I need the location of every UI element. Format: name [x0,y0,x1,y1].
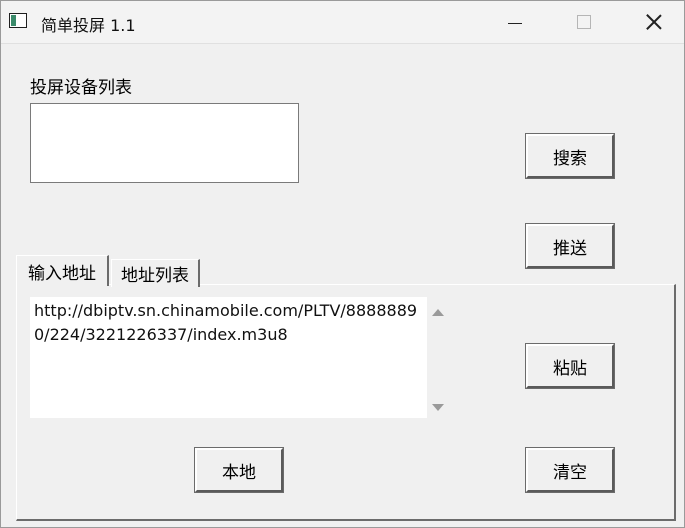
close-icon [645,13,663,31]
tab-input-address[interactable]: 输入地址 [16,255,109,286]
maximize-button[interactable] [554,1,614,43]
search-button[interactable]: 搜索 [525,133,615,179]
scroll-up-button[interactable] [431,307,445,317]
scroll-down-arrow-icon [432,403,444,411]
local-button[interactable]: 本地 [194,447,284,493]
push-button[interactable]: 推送 [525,223,615,269]
paste-button[interactable]: 粘贴 [525,343,615,389]
device-listbox[interactable] [30,103,299,183]
maximize-icon [577,15,591,29]
window-title: 简单投屏 1.1 [41,16,136,35]
title-bar[interactable]: 简单投屏 1.1 [1,1,684,44]
clear-button[interactable]: 清空 [525,447,615,493]
minimize-icon [508,22,522,24]
tab-address-list[interactable]: 地址列表 [111,259,200,287]
url-textarea[interactable]: http://dbiptv.sn.chinamobile.com/PLTV/88… [30,297,427,418]
minimize-button[interactable] [485,1,545,43]
device-list-label: 投屏设备列表 [30,78,132,98]
scroll-up-arrow-icon [432,308,444,316]
main-window: 简单投屏 1.1 投屏设备列表 搜索 推送 地址列表 输入地址 http://d… [0,0,685,528]
app-window-icon[interactable] [9,13,27,28]
close-button[interactable] [624,1,684,43]
scroll-down-button[interactable] [431,402,445,412]
